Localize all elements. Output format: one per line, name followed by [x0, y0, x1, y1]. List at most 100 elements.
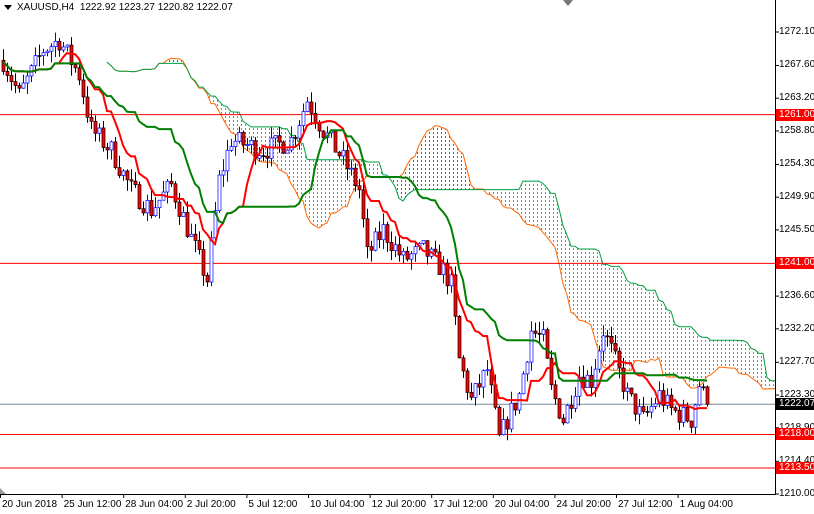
candle-bearish [613, 342, 618, 352]
cloud-segment [299, 142, 303, 201]
price-axis-label: 1267.60 [779, 59, 814, 71]
candle-bullish [625, 387, 630, 392]
candle-bullish [233, 140, 238, 147]
candle-bullish [601, 335, 606, 352]
high-value: 1223.27 [118, 2, 155, 13]
candle-bullish [65, 44, 70, 48]
cloud-segment [419, 137, 423, 190]
candle-bullish [53, 40, 58, 47]
time-axis-label: 2 Jul 20:00 [186, 499, 236, 510]
cloud-segment [459, 150, 463, 190]
dropdown-arrow-icon[interactable] [4, 4, 12, 10]
candle-bearish [5, 71, 10, 76]
candle-bearish [205, 274, 210, 283]
candle-bearish [201, 249, 206, 276]
cloud-segment [515, 189, 519, 214]
candle-bullish [597, 350, 602, 370]
candle-bearish [425, 240, 430, 257]
candle-bearish [169, 180, 174, 185]
price-chart[interactable] [0, 0, 814, 514]
cloud-segment [723, 340, 727, 368]
cloud-segment [635, 283, 639, 361]
cloud-segment [495, 189, 499, 200]
candle-bearish [605, 335, 610, 338]
cloud-segment [627, 280, 631, 371]
candle-bearish [309, 101, 314, 114]
candle-bearish [357, 185, 362, 191]
candle-bullish [61, 46, 66, 51]
cloud-segment [715, 340, 719, 372]
candle-bullish [285, 149, 290, 154]
candle-bullish [245, 144, 250, 146]
candle-bearish [437, 251, 442, 275]
cloud-segment [555, 193, 559, 264]
candle-bearish [461, 357, 466, 372]
cloud-segment [683, 326, 687, 385]
price-axis-label: 1258.80 [779, 124, 814, 136]
candle-bearish [313, 112, 318, 124]
cloud-segment [575, 246, 579, 321]
candle-bearish [377, 231, 382, 241]
candle-bearish [293, 137, 298, 139]
candle-bullish [33, 55, 38, 67]
cloud-segment [719, 340, 723, 368]
candle-bullish [525, 361, 530, 375]
candle-bearish [553, 384, 558, 400]
candle-bearish [689, 420, 694, 428]
candle-bearish [497, 406, 502, 436]
symbol-label: XAUUSD,H4 [17, 2, 75, 13]
candle-bearish [505, 419, 510, 430]
cloud-segment [611, 266, 615, 371]
cloud-segment [335, 159, 339, 213]
candle-bullish [45, 50, 50, 54]
candle-bullish [209, 237, 214, 283]
cloud-segment [535, 181, 539, 228]
candle-bullish [565, 404, 570, 424]
candle-bullish [21, 82, 26, 89]
cloud-segment [543, 183, 547, 237]
candle-bullish [665, 394, 670, 406]
cloud-segment [523, 181, 527, 225]
candle-bearish [433, 248, 438, 253]
candle-bullish [473, 383, 478, 398]
time-axis-label: 17 Jul 12:00 [433, 499, 488, 510]
time-axis-label: 1 Aug 04:00 [679, 499, 733, 510]
cloud-segment [551, 193, 555, 248]
candle-bullish [225, 149, 230, 172]
cloud-segment [331, 159, 335, 214]
cloud-segment [731, 340, 735, 369]
cloud-segment [651, 290, 655, 361]
time-axis-label: 28 Jun 04:00 [125, 499, 184, 510]
candle-bearish [397, 244, 402, 256]
cloud-segment [679, 326, 683, 379]
candle-bearish [701, 386, 706, 389]
cloud-segment [751, 348, 755, 381]
candle-bearish [105, 147, 110, 151]
candle-bullish [421, 240, 426, 244]
cloud-segment [727, 340, 731, 369]
chart-shift-marker-icon[interactable] [563, 0, 573, 6]
candle-bearish [265, 155, 270, 159]
cloud-segment [667, 309, 671, 377]
candle-bullish [221, 170, 226, 176]
cloud-segment [303, 143, 307, 217]
candle-bullish [409, 253, 414, 260]
level-price-tag: 1261.00 [776, 108, 814, 121]
candle-bearish [173, 183, 178, 203]
candle-bullish [541, 329, 546, 335]
candle-bearish [149, 200, 154, 217]
cloud-segment [639, 285, 643, 362]
candle-bearish [277, 135, 282, 143]
candle-bullish [153, 207, 158, 217]
cloud-segment [431, 125, 435, 190]
level-price-tag: 1218.00 [776, 428, 814, 441]
cloud-segment [711, 340, 715, 375]
candle-bearish [705, 386, 710, 405]
candle-bearish [77, 67, 82, 81]
time-axis-label: 25 Jun 12:00 [63, 499, 122, 510]
candle-bullish [649, 406, 654, 413]
price-axis-label: 1249.90 [779, 191, 814, 203]
cloud-segment [655, 290, 659, 361]
candle-bearish [569, 404, 574, 409]
price-axis-label: 1272.10 [779, 26, 814, 37]
